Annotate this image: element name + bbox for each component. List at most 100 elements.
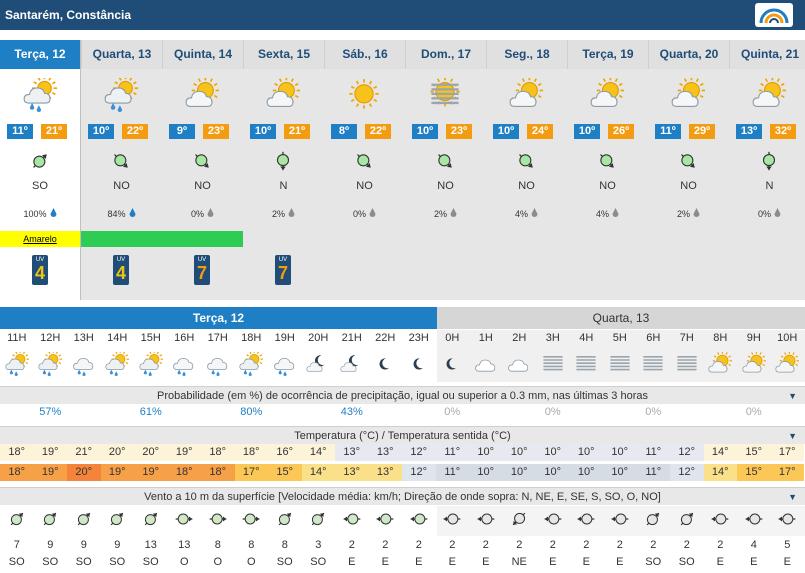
hourly-day-tomorrow[interactable]: Quarta, 13 [437, 307, 805, 329]
feels-like-cell: 14° [301, 464, 335, 481]
uv-index-badge: UV 7 [194, 255, 210, 285]
day-label[interactable]: Quinta, 21 [729, 40, 805, 69]
day-label[interactable]: Terça, 12 [0, 40, 80, 69]
wind-direction-cell: E [582, 556, 590, 568]
hourly-day-today[interactable]: Terça, 12 [0, 307, 437, 329]
raindrop-icon [288, 208, 295, 218]
uv-index-badge: UV 4 [32, 255, 48, 285]
temp-cell: 18° [201, 444, 235, 461]
wind-direction-label: NO [194, 180, 211, 192]
day-card[interactable]: Quinta, 14 9º 23º NO 0% UV 7 [162, 40, 243, 298]
feels-like-row: 18° 19° 20° 19° 19° 18° 18° 17° 15° 14° 13° 13° 12° 1… [0, 464, 805, 481]
precip-cell: 0% [745, 406, 762, 418]
feels-like-cell: 12° [670, 464, 704, 481]
temp-cell: 10° [469, 444, 503, 461]
day-label[interactable]: Sáb., 16 [324, 40, 405, 69]
day-label[interactable]: Dom., 17 [405, 40, 486, 69]
chevron-down-icon[interactable]: ▼ [788, 427, 797, 445]
wind-direction-cell: E [616, 556, 624, 568]
wind-speed-cell: 2 [348, 539, 355, 551]
day-card[interactable]: Quinta, 21 13º 32º N 0% [729, 40, 805, 298]
wind-direction-icon [677, 150, 699, 176]
temp-cell: 10° [569, 444, 603, 461]
sun-cloud-icon [668, 76, 708, 112]
feels-like-cell: 15° [737, 464, 771, 481]
wind-direction-cell: E [415, 556, 423, 568]
wind-direction-label: NO [356, 180, 373, 192]
ipma-logo-icon[interactable] [755, 3, 793, 27]
raindrop-icon [369, 208, 376, 218]
day-card[interactable]: Quarta, 13 10º 22º NO 84% UV 4 [81, 40, 162, 298]
precip-value: 100% [23, 209, 47, 219]
wind-direction-icon [737, 506, 771, 532]
sun-cloud-rain-icon [0, 346, 34, 379]
uv-value: 7 [277, 263, 288, 283]
precip-probability: 2% [243, 208, 324, 219]
wind-direction-cell: SO [75, 556, 92, 568]
day-label[interactable]: Quarta, 13 [81, 40, 162, 69]
feels-like-cell: 11° [435, 464, 469, 481]
wind-direction-icon [110, 150, 132, 176]
feels-like-cell: 18° [201, 464, 235, 481]
warning-badge[interactable] [162, 231, 243, 247]
uv-index-badge: UV 7 [275, 255, 291, 285]
day-card[interactable]: Dom., 17 10º 23º NO 2% [405, 40, 486, 298]
wind-speed-row: 7 9 9 9 13 13 8 8 8 3 2 2 2 2 2 2 2 2 2 2 2 2 4 5 [0, 538, 805, 553]
temp-section-header[interactable]: Temperatura (°C) / Temperatura sentida (… [0, 426, 805, 444]
chevron-down-icon[interactable]: ▼ [788, 387, 797, 405]
temp-cell: 13° [368, 444, 402, 461]
max-temp: 26º [608, 124, 634, 139]
cloud-rain-icon [67, 346, 101, 379]
temp-cell: 10° [536, 444, 570, 461]
min-temp: 9º [169, 124, 195, 139]
day-label[interactable]: Seg., 18 [486, 40, 567, 69]
wind-speed-cell: 2 [683, 539, 690, 551]
sun-fog-icon [425, 76, 465, 112]
warning-badge[interactable]: Amarelo [0, 231, 80, 247]
precip-cell: 43% [340, 406, 363, 418]
wind-speed-cell: 2 [650, 539, 657, 551]
precip-probability: 4% [486, 208, 567, 219]
wind-direction-label: N [765, 180, 774, 192]
precip-probability: 100% [0, 208, 80, 219]
wind-speed-cell: 2 [616, 539, 623, 551]
temp-cell: 16° [268, 444, 302, 461]
hour-label: 13H [73, 332, 94, 344]
day-card[interactable]: Quarta, 20 11º 29º NO 2% [648, 40, 729, 298]
day-label[interactable]: Terça, 19 [567, 40, 648, 69]
max-temp: 29º [689, 124, 715, 139]
day-card[interactable]: Sáb., 16 8º 22º NO 0% [324, 40, 405, 298]
precip-section-header[interactable]: Probabilidade (em %) de ocorrência de pr… [0, 386, 805, 404]
day-label[interactable]: Quinta, 14 [162, 40, 243, 69]
day-label[interactable]: Quarta, 20 [648, 40, 729, 69]
day-card[interactable]: Seg., 18 10º 24º NO 4% [486, 40, 567, 298]
max-temp: 22º [122, 124, 148, 139]
feels-like-cell: 15° [268, 464, 302, 481]
hour-label: 18H [241, 332, 262, 344]
min-temp: 11º [7, 124, 33, 139]
day-card[interactable]: Terça, 12 11º 21º SO 100% Amarelo UV 4 [0, 40, 81, 300]
chevron-down-icon[interactable]: ▼ [788, 488, 797, 506]
day-label[interactable]: Sexta, 15 [243, 40, 324, 69]
wind-direction-cell: SO [310, 556, 327, 568]
hour-label: 6H [646, 332, 661, 344]
warning-badge[interactable] [81, 231, 162, 247]
hour-label: 19H [274, 332, 295, 344]
day-card[interactable]: Sexta, 15 10º 21º N 2% UV 7 [243, 40, 324, 298]
wind-speed-cell: 9 [47, 539, 54, 551]
moon-icon [369, 346, 403, 379]
wind-speed-cell: 8 [248, 539, 255, 551]
day-card[interactable]: Terça, 19 10º 26º NO 4% [567, 40, 648, 298]
wind-section-header[interactable]: Vento a 10 m da superfície [Velocidade m… [0, 487, 805, 505]
hour-label: 7H [679, 332, 694, 344]
wind-direction-cell: SO [678, 556, 695, 568]
moon-icon [436, 346, 470, 379]
fog-icon [670, 346, 704, 379]
hour-label: 3H [545, 332, 560, 344]
sun-cloud-rain-icon [235, 346, 269, 379]
feels-like-cell: 19° [100, 464, 134, 481]
hour-label: 15H [140, 332, 161, 344]
temp-cell: 11° [636, 444, 670, 461]
temp-cell: 14° [301, 444, 335, 461]
top-bar: Santarém, Constância [0, 0, 805, 30]
